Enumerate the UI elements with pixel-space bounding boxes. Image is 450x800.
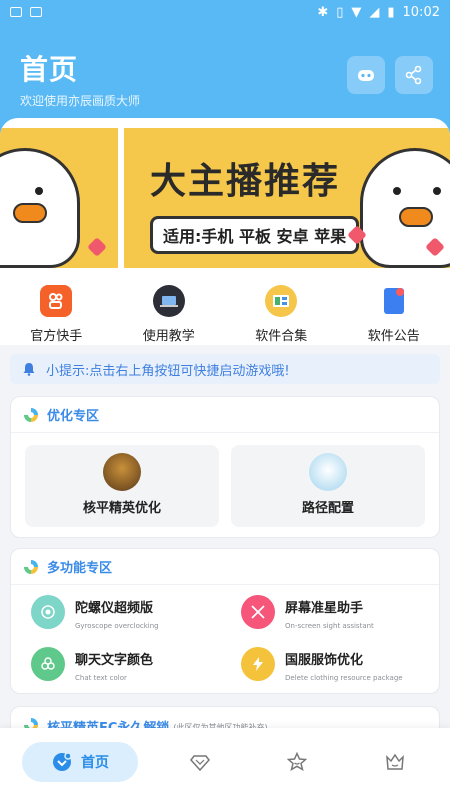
multi-function-title: 多功能专区 — [47, 561, 113, 576]
bluetooth-icon: ✱ — [317, 4, 329, 20]
battery-icon: ▮ — [387, 4, 395, 20]
clock: 10:02 — [402, 4, 440, 20]
banner-tag: 适用:手机 平板 安卓 苹果 — [150, 216, 360, 254]
optimize-item-label: 路径配置 — [301, 501, 354, 516]
anime-avatar-icon — [309, 453, 347, 491]
banner-title: 大主播推荐 — [150, 160, 341, 202]
notification-icon-2 — [30, 7, 42, 17]
palette-icon — [31, 647, 65, 681]
chat-color-item[interactable]: 聊天文字颜色 Chat text color — [31, 647, 153, 682]
banner-slide-current[interactable]: 大主播推荐 适用:手机 平板 安卓 苹果 — [124, 128, 450, 268]
game-avatar-icon — [103, 453, 141, 491]
diamond-icon[interactable] — [190, 752, 210, 772]
banner-carousel[interactable]: 大主播推荐 适用:手机 平板 安卓 苹果 — [0, 118, 450, 283]
mf-title: 国服服饰优化 — [285, 653, 364, 668]
notification-icon — [10, 7, 22, 17]
quick-label: 软件合集 — [255, 329, 308, 344]
nav-home-label: 首页 — [81, 755, 109, 771]
launch-game-button[interactable] — [347, 56, 385, 94]
quick-label: 官方快手 — [30, 329, 83, 344]
nav-home-tab[interactable]: 首页 — [22, 742, 138, 782]
gyroscope-item[interactable]: 陀螺仪超频版 Gyroscope overclocking — [31, 595, 159, 630]
quick-tutorial[interactable]: 使用教学 — [113, 283, 226, 345]
section-logo-icon — [24, 559, 38, 574]
heart-icon — [87, 237, 107, 257]
optimize-item-game[interactable]: 核平精英优化 — [25, 445, 219, 527]
vibrate-icon: ▯ — [336, 4, 344, 20]
collection-icon — [265, 285, 298, 317]
share-icon — [405, 65, 422, 85]
duck-illustration — [0, 148, 80, 268]
home-icon — [53, 752, 72, 771]
quick-official-kuaishou[interactable]: 官方快手 — [0, 283, 113, 345]
tip-text: 小提示:点击右上角按钮可快捷启动游戏哦! — [46, 363, 290, 379]
crown-icon[interactable] — [385, 752, 405, 772]
multi-function-header: 多功能专区 — [11, 549, 439, 585]
optimize-header: 优化专区 — [11, 397, 439, 433]
optimize-section: 优化专区 核平精英优化 路径配置 — [10, 396, 440, 538]
quick-announcement[interactable]: 软件公告 — [338, 283, 450, 345]
kuaishou-icon — [40, 285, 73, 317]
share-button[interactable] — [395, 56, 433, 94]
crosshair-item[interactable]: 屏幕准星助手 On-screen sight assistant — [241, 595, 374, 630]
optimize-item-label: 核平精英优化 — [82, 501, 161, 516]
quick-label: 使用教学 — [142, 329, 195, 344]
crosshair-icon — [241, 595, 275, 629]
clothing-item[interactable]: 国服服饰优化 Delete clothing resource package — [241, 647, 403, 682]
lightning-icon — [241, 647, 275, 681]
optimize-title: 优化专区 — [47, 409, 100, 424]
gamepad-icon — [358, 70, 374, 81]
optimize-item-path-config[interactable]: 路径配置 — [231, 445, 425, 527]
mf-subtitle: On-screen sight assistant — [285, 622, 374, 630]
star-icon[interactable] — [287, 752, 307, 772]
gyroscope-icon — [31, 595, 65, 629]
quick-actions: 官方快手 使用教学 软件合集 软件公告 — [0, 283, 450, 345]
bell-icon — [23, 363, 35, 376]
mf-title: 屏幕准星助手 — [285, 601, 364, 616]
laptop-icon — [152, 285, 185, 317]
page-title: 首页 — [20, 53, 79, 86]
welcome-subtitle: 欢迎使用亦辰画质大师 — [20, 94, 141, 108]
multi-function-section: 多功能专区 陀螺仪超频版 Gyroscope overclocking 屏幕准星… — [10, 548, 440, 694]
mf-subtitle: Chat text color — [75, 674, 127, 682]
status-bar: ✱ ▯ ▼ ◢ ▮ 10:02 — [0, 0, 450, 24]
announcement-icon — [378, 285, 410, 317]
signal-icon: ◢ — [369, 4, 380, 20]
mf-subtitle: Gyroscope overclocking — [75, 622, 159, 630]
section-logo-icon — [24, 407, 38, 422]
mf-subtitle: Delete clothing resource package — [285, 674, 403, 682]
banner-slide-previous[interactable] — [0, 128, 118, 268]
quick-label: 软件公告 — [367, 329, 420, 344]
mf-title: 陀螺仪超频版 — [75, 601, 154, 616]
quick-software-collection[interactable]: 软件合集 — [225, 283, 338, 345]
bottom-nav: 首页 — [0, 728, 450, 800]
wifi-icon: ▼ — [351, 4, 362, 20]
tip-banner: 小提示:点击右上角按钮可快捷启动游戏哦! — [10, 354, 440, 384]
mf-title: 聊天文字颜色 — [75, 653, 154, 668]
